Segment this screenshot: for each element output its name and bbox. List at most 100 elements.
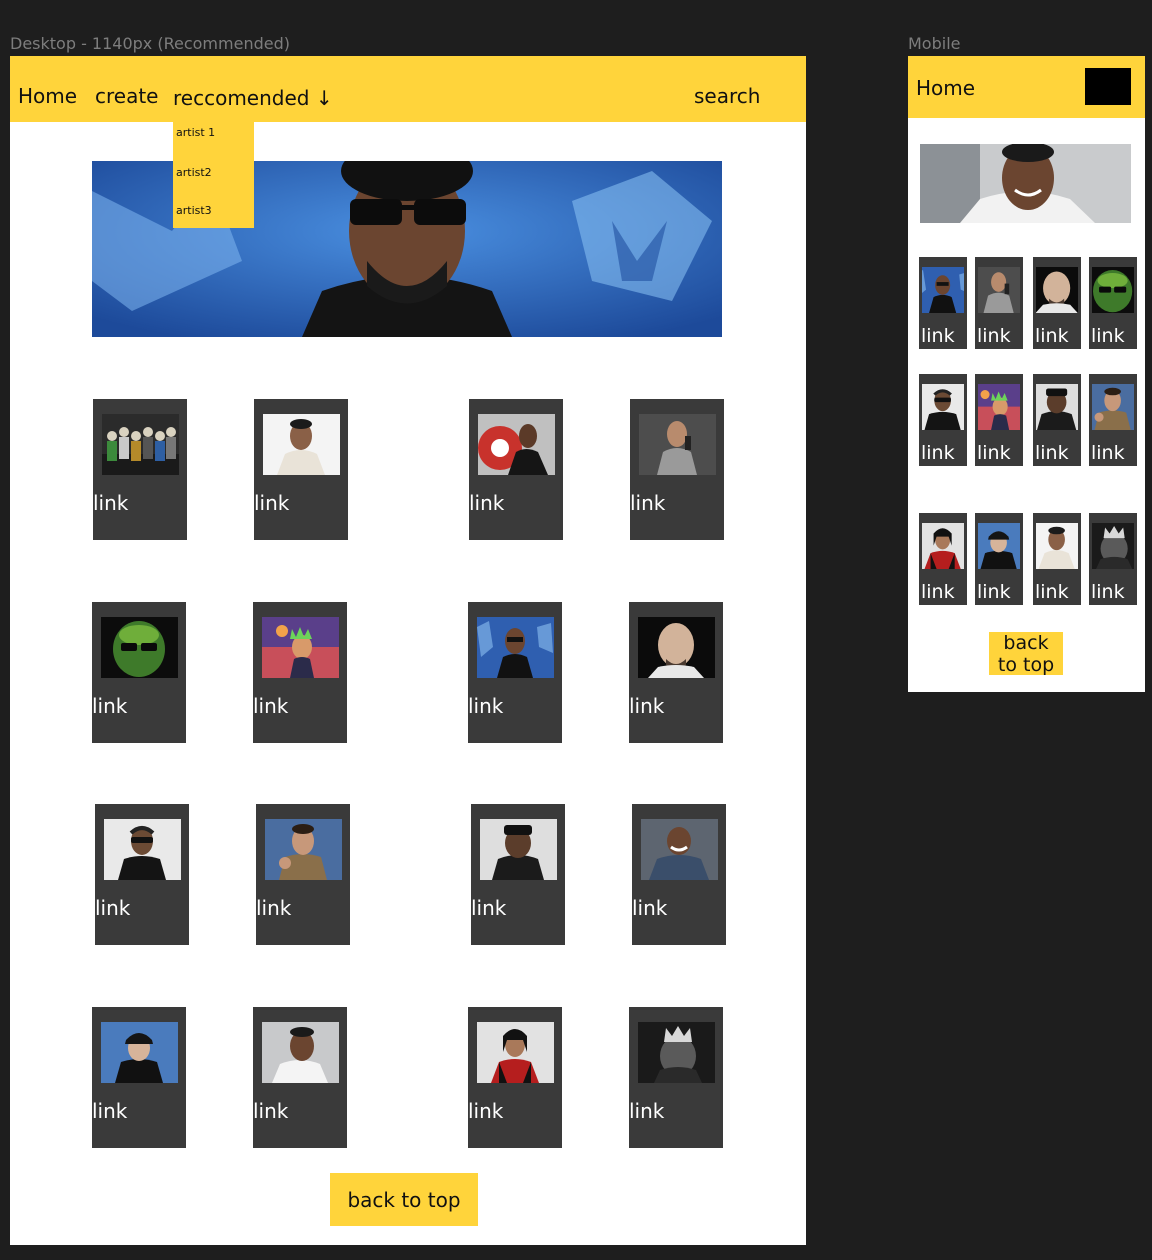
artist-photo bbox=[641, 819, 718, 880]
artist-photo bbox=[101, 1022, 178, 1083]
dropdown-item-artist-1[interactable]: artist 1 bbox=[176, 126, 215, 139]
nav-recommended-dropdown[interactable]: reccomended ↓ bbox=[173, 86, 333, 110]
desktop-frame-label: Desktop - 1140px (Recommended) bbox=[10, 34, 290, 53]
artist-photo bbox=[638, 617, 715, 678]
artist-card: link bbox=[629, 602, 723, 743]
mobile-artist-card-link[interactable]: link bbox=[1091, 581, 1125, 603]
artist-card: link bbox=[253, 602, 347, 743]
mobile-back-to-top-line-2: to top bbox=[997, 654, 1055, 676]
mobile-artist-card-link[interactable]: link bbox=[977, 442, 1011, 464]
artist-card: link bbox=[253, 1007, 347, 1148]
mobile-artist-card: link bbox=[1089, 374, 1137, 466]
mobile-artist-card-link[interactable]: link bbox=[921, 442, 955, 464]
nav-create-link[interactable]: create bbox=[95, 84, 159, 108]
artist-card-link[interactable]: link bbox=[256, 896, 291, 920]
mobile-artist-photo bbox=[1092, 267, 1134, 313]
desktop-frame: Home create reccomended ↓ search artist … bbox=[10, 56, 806, 1245]
mobile-nav-home-link[interactable]: Home bbox=[916, 76, 975, 100]
mobile-artist-card: link bbox=[1033, 513, 1081, 605]
mobile-artist-photo bbox=[978, 523, 1020, 569]
artist-card-link[interactable]: link bbox=[95, 896, 130, 920]
mobile-artist-photo bbox=[1036, 523, 1078, 569]
mobile-artist-card: link bbox=[975, 257, 1023, 349]
mobile-artist-card-link[interactable]: link bbox=[1035, 325, 1069, 347]
dropdown-item-artist-2[interactable]: artist2 bbox=[176, 166, 212, 179]
artist-card: link bbox=[468, 1007, 562, 1148]
mobile-artist-photo bbox=[1092, 384, 1134, 430]
nav-search-link[interactable]: search bbox=[694, 84, 760, 108]
back-to-top-button[interactable]: back to top bbox=[330, 1173, 478, 1226]
mobile-artist-photo bbox=[978, 267, 1020, 313]
mobile-hero-banner-image bbox=[920, 144, 1131, 223]
mobile-artist-card-link[interactable]: link bbox=[977, 325, 1011, 347]
artist-card-link[interactable]: link bbox=[253, 694, 288, 718]
mobile-artist-card: link bbox=[1089, 257, 1137, 349]
mobile-artist-card: link bbox=[1033, 374, 1081, 466]
artist-photo bbox=[262, 1022, 339, 1083]
artist-photo bbox=[262, 617, 339, 678]
artist-card: link bbox=[254, 399, 348, 540]
mobile-artist-photo bbox=[1092, 523, 1134, 569]
artist-card: link bbox=[629, 1007, 723, 1148]
artist-card-link[interactable]: link bbox=[93, 491, 128, 515]
mobile-artist-card: link bbox=[919, 374, 967, 466]
navbar: Home create reccomended ↓ search bbox=[10, 56, 806, 122]
mobile-artist-card-link[interactable]: link bbox=[1035, 581, 1069, 603]
mobile-artist-card-link[interactable]: link bbox=[1091, 325, 1125, 347]
mobile-back-to-top-line-1: back bbox=[1003, 632, 1049, 654]
artist-card-link[interactable]: link bbox=[629, 1099, 664, 1123]
artist-card: link bbox=[92, 1007, 186, 1148]
mobile-artist-card: link bbox=[919, 513, 967, 605]
nav-home-link[interactable]: Home bbox=[18, 84, 77, 108]
artist-photo bbox=[477, 1022, 554, 1083]
artist-card: link bbox=[632, 804, 726, 945]
artist-photo bbox=[480, 819, 557, 880]
artist-photo bbox=[477, 617, 554, 678]
mobile-frame: Home link link link link link link link link lin… bbox=[908, 56, 1145, 692]
dropdown-item-artist-3[interactable]: artist3 bbox=[176, 204, 212, 217]
artist-card-link[interactable]: link bbox=[629, 694, 664, 718]
artist-card-link[interactable]: link bbox=[92, 1099, 127, 1123]
artist-card: link bbox=[95, 804, 189, 945]
artist-card-link[interactable]: link bbox=[92, 694, 127, 718]
artist-photo bbox=[638, 1022, 715, 1083]
artist-photo bbox=[104, 819, 181, 880]
artist-card: link bbox=[256, 804, 350, 945]
mobile-artist-photo bbox=[1036, 384, 1078, 430]
artist-photo bbox=[102, 414, 179, 475]
artist-card-link[interactable]: link bbox=[471, 896, 506, 920]
mobile-artist-card-link[interactable]: link bbox=[1091, 442, 1125, 464]
artist-card-link[interactable]: link bbox=[254, 491, 289, 515]
mobile-artist-card-link[interactable]: link bbox=[977, 581, 1011, 603]
artist-card-link[interactable]: link bbox=[253, 1099, 288, 1123]
artist-card: link bbox=[468, 602, 562, 743]
artist-photo bbox=[265, 819, 342, 880]
mobile-frame-label: Mobile bbox=[908, 34, 961, 53]
recommended-dropdown-menu: artist 1 artist2 artist3 bbox=[173, 122, 254, 228]
mobile-menu-button[interactable] bbox=[1085, 68, 1131, 105]
artist-card-link[interactable]: link bbox=[468, 1099, 503, 1123]
artist-card-link[interactable]: link bbox=[469, 491, 504, 515]
artist-photo bbox=[263, 414, 340, 475]
artist-card-link[interactable]: link bbox=[632, 896, 667, 920]
artist-card-link[interactable]: link bbox=[468, 694, 503, 718]
mobile-artist-photo bbox=[922, 267, 964, 313]
artist-photo bbox=[101, 617, 178, 678]
mobile-artist-photo bbox=[922, 384, 964, 430]
mobile-artist-card: link bbox=[919, 257, 967, 349]
mobile-artist-card: link bbox=[975, 374, 1023, 466]
mobile-artist-photo bbox=[922, 523, 964, 569]
mobile-artist-card-link[interactable]: link bbox=[1035, 442, 1069, 464]
artist-card: link bbox=[469, 399, 563, 540]
artist-photo bbox=[478, 414, 555, 475]
mobile-back-to-top-button[interactable]: back to top bbox=[989, 632, 1063, 676]
artist-card: link bbox=[471, 804, 565, 945]
artist-card: link bbox=[630, 399, 724, 540]
artist-card-link[interactable]: link bbox=[630, 491, 665, 515]
mobile-artist-card: link bbox=[975, 513, 1023, 605]
mobile-artist-photo bbox=[1036, 267, 1078, 313]
mobile-artist-card-link[interactable]: link bbox=[921, 581, 955, 603]
mobile-artist-card-link[interactable]: link bbox=[921, 325, 955, 347]
mobile-navbar: Home bbox=[908, 56, 1145, 118]
artist-photo bbox=[639, 414, 716, 475]
